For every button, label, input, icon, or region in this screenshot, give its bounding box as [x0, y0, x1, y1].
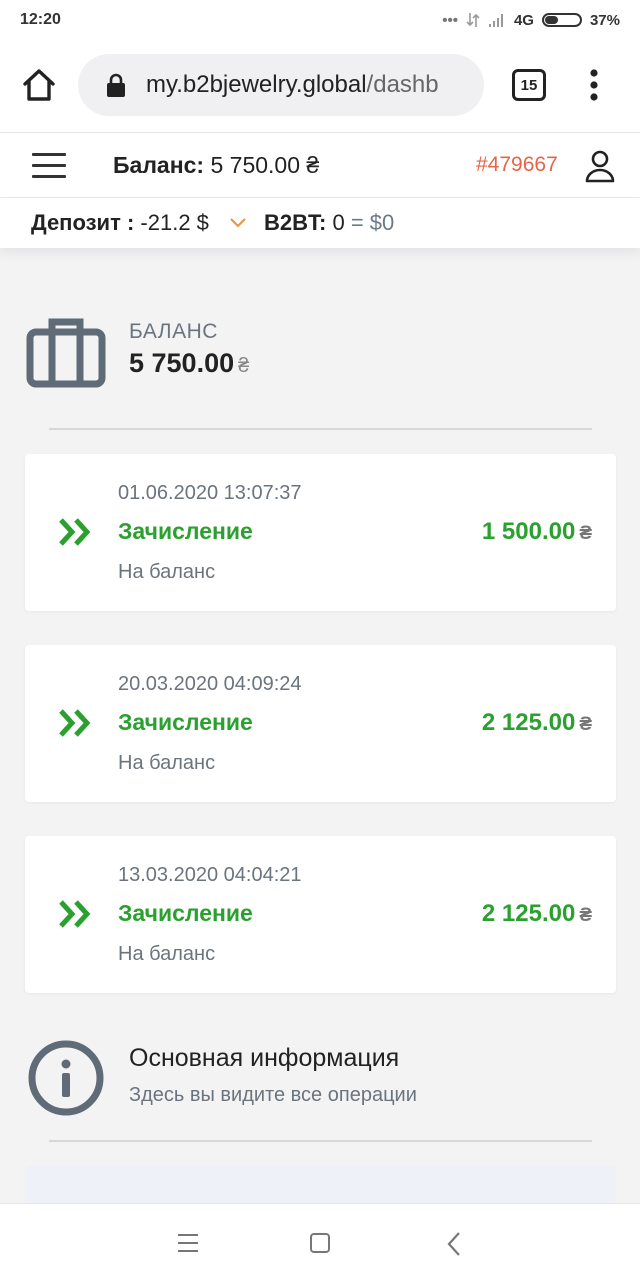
deposit-info: Депозит : -21.2 $: [31, 210, 209, 236]
transaction-amount-value: 2 125.00: [481, 900, 576, 927]
b2bt-info: B2BT: 0 = $0: [264, 210, 394, 236]
battery-fill: [544, 16, 558, 24]
url-path: /dashb: [366, 71, 439, 98]
deposit-value: -21.2 $: [134, 210, 209, 235]
transaction-amount: 1 500.00 ₴: [482, 518, 592, 546]
transaction-amount-value: 1 500.00: [481, 518, 576, 545]
transaction-currency: ₴: [579, 714, 592, 735]
transaction-type: Зачисление: [118, 709, 253, 735]
address-bar[interactable]: my.b2bjewelry.global/dashb: [78, 54, 484, 116]
battery-percent: 37%: [589, 11, 620, 29]
balance-currency: ₴: [238, 355, 250, 377]
system-nav-bar: [0, 1203, 640, 1280]
wallet-icon: [26, 318, 106, 388]
transaction-card[interactable]: 20.03.2020 04:09:24 Зачисление На баланс…: [25, 645, 616, 802]
status-time: 12:20: [20, 11, 61, 28]
transaction-amount-value: 2 125.00: [481, 709, 576, 736]
back-icon[interactable]: [446, 1231, 462, 1257]
user-icon[interactable]: [584, 149, 616, 183]
balance-amount: 5 750.00: [129, 348, 235, 378]
transaction-currency: ₴: [579, 905, 592, 926]
balance-value: 5 750.00 ₴: [129, 348, 249, 379]
more-vert-icon[interactable]: [584, 68, 604, 102]
transaction-description: На баланс: [118, 943, 216, 965]
transaction-description: На баланс: [118, 561, 216, 583]
transaction-type: Зачисление: [118, 518, 253, 544]
deposit-label: Депозит :: [31, 210, 135, 235]
double-chevron-right-icon: [59, 709, 91, 737]
deposit-bar: Депозит : -21.2 $ B2BT: 0 = $0: [0, 198, 640, 248]
transaction-date: 20.03.2020 04:09:24: [118, 673, 302, 695]
divider: [49, 1140, 592, 1142]
home-square-icon[interactable]: [310, 1233, 330, 1253]
b2bt-usd-value: = $0: [344, 210, 395, 235]
transaction-amount: 2 125.00 ₴: [482, 900, 592, 928]
tabs-icon[interactable]: 15: [512, 69, 546, 101]
status-bar: 12:20 ••• 4G 37%: [0, 0, 640, 40]
tab-count: 15: [520, 76, 538, 94]
content-card: [25, 1166, 616, 1206]
info-subtitle: Здесь вы видите все операции: [129, 1084, 417, 1106]
signal-icon: [488, 14, 503, 27]
double-chevron-right-icon: [59, 518, 91, 546]
transaction-amount: 2 125.00 ₴: [482, 709, 592, 737]
network-type: 4G: [513, 11, 534, 29]
hamburger-icon[interactable]: [32, 153, 66, 179]
header-balance-label: Баланс:: [113, 152, 205, 178]
url-text: my.b2bjewelry.global/dashb: [146, 71, 439, 99]
lock-icon: [107, 73, 125, 97]
b2bt-label: B2BT:: [264, 210, 327, 235]
home-icon[interactable]: [18, 64, 60, 106]
balance-label: БАЛАНС: [129, 320, 218, 343]
battery-icon: [541, 13, 582, 27]
transaction-type: Зачисление: [118, 900, 253, 926]
info-title: Основная информация: [129, 1044, 400, 1072]
header-balance: Баланс: 5 750.00 ₴: [113, 152, 319, 179]
chevron-down-icon[interactable]: [229, 216, 247, 230]
b2bt-value: 0: [326, 210, 345, 235]
transaction-card[interactable]: 13.03.2020 04:04:21 Зачисление На баланс…: [25, 836, 616, 993]
notification-dots-icon: •••: [442, 11, 458, 29]
divider: [49, 428, 592, 430]
app-header: Баланс: 5 750.00 ₴ #479667: [0, 132, 640, 198]
transaction-card[interactable]: 01.06.2020 13:07:37 Зачисление На баланс…: [25, 454, 616, 611]
transaction-date: 01.06.2020 13:07:37: [118, 482, 302, 504]
browser-toolbar: my.b2bjewelry.global/dashb 15: [0, 40, 640, 132]
recent-apps-icon[interactable]: [178, 1234, 198, 1252]
account-id[interactable]: #479667: [476, 153, 558, 177]
double-chevron-right-icon: [59, 900, 91, 928]
header-balance-value: 5 750.00 ₴: [204, 152, 320, 178]
transaction-description: На баланс: [118, 752, 216, 774]
url-host: my.b2bjewelry.global: [146, 71, 367, 98]
status-indicators: ••• 4G 37%: [442, 12, 620, 29]
data-transfer-icon: [466, 13, 480, 27]
transaction-date: 13.03.2020 04:04:21: [118, 864, 302, 886]
transaction-currency: ₴: [579, 523, 592, 544]
info-icon: [28, 1040, 104, 1116]
